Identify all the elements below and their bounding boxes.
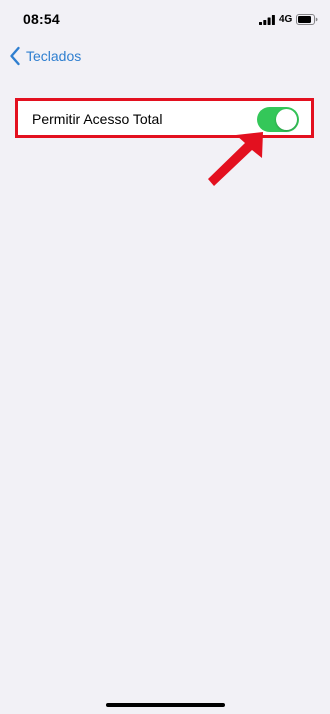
toggle-knob xyxy=(276,109,297,130)
settings-row-allow-full-access: Permitir Acesso Total xyxy=(18,101,312,138)
back-button-label: Teclados xyxy=(26,48,82,64)
back-button[interactable]: Teclados xyxy=(9,45,81,67)
status-bar: 08:54 4G xyxy=(0,0,330,40)
battery-icon xyxy=(296,14,318,25)
status-time: 08:54 xyxy=(23,11,60,27)
network-type: 4G xyxy=(279,14,293,25)
chevron-left-icon xyxy=(10,46,20,66)
cellular-signal-icon xyxy=(259,15,275,25)
pointing-arrow-icon xyxy=(208,132,263,186)
home-indicator xyxy=(106,703,225,707)
allow-full-access-toggle[interactable] xyxy=(257,107,299,132)
allow-full-access-label: Permitir Acesso Total xyxy=(32,111,163,127)
